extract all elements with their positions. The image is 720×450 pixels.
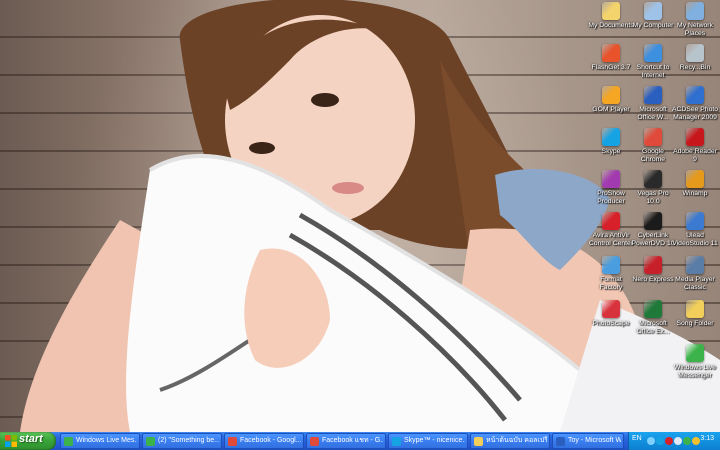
taskbar-button-label: (2) "Something be... — [158, 437, 219, 444]
folder-icon — [686, 300, 704, 318]
desktop-icon-my-network-places[interactable]: My Network Places — [670, 2, 720, 38]
taskbar-button[interactable]: (2) "Something be... — [142, 433, 222, 449]
desktop-icon-acdsee[interactable]: ACDSee Photo Manager 2009 — [670, 86, 720, 122]
desktop-icon-winamp[interactable]: Winamp — [670, 170, 720, 198]
messenger-icon — [64, 437, 73, 446]
vegas-icon — [644, 170, 662, 188]
language-indicator[interactable]: EN — [632, 435, 642, 442]
network-tray-icon[interactable] — [647, 437, 655, 445]
desktop-icon-label: Song Folder — [676, 320, 714, 327]
skype-icon — [602, 128, 620, 146]
taskbar-button-label: Facebook - Googl... — [240, 437, 301, 444]
desktop-icon-label: Adobe Reader 9 — [673, 148, 717, 163]
media-player-icon — [686, 256, 704, 274]
internet-explorer-icon — [644, 44, 662, 62]
start-label: start — [19, 433, 43, 445]
taskbar-button-label: Windows Live Mes... — [76, 437, 137, 444]
adobe-reader-icon — [686, 128, 704, 146]
ulead-icon — [686, 212, 704, 230]
computer-icon — [644, 2, 662, 20]
proshow-icon — [602, 170, 620, 188]
word-icon — [644, 86, 662, 104]
avira-tray-icon[interactable] — [665, 437, 673, 445]
desktop-icon-windows-live-messenger[interactable]: Windows Live Messenger — [670, 344, 720, 380]
desktop-icon-label: My Network Places — [677, 22, 713, 37]
desktop-icon-media-player-classic[interactable]: Media Player Classic — [670, 256, 720, 292]
volume-tray-icon[interactable] — [674, 437, 682, 445]
desktop-icon-label: ACDSee Photo Manager 2009 — [671, 106, 719, 121]
taskbar-button[interactable]: Facebook - Googl... — [224, 433, 304, 449]
avira-icon — [602, 212, 620, 230]
taskbar-button[interactable]: Windows Live Mes... — [60, 433, 140, 449]
taskbar-button-label: Skype™ - nicenice... — [404, 437, 465, 444]
messenger-chat-icon — [146, 437, 155, 446]
start-button[interactable]: start — [0, 432, 56, 450]
messenger-tray-icon[interactable] — [683, 437, 691, 445]
chrome-icon — [228, 437, 237, 446]
folder-icon — [474, 437, 483, 446]
word-icon — [556, 437, 565, 446]
messenger-icon — [686, 344, 704, 362]
network-icon — [686, 2, 704, 20]
nero-icon — [644, 256, 662, 274]
taskbar: start Windows Live Mes... (2) "Something … — [0, 432, 720, 450]
powerdvd-icon — [644, 212, 662, 230]
desktop-icon-label: Winamp — [682, 190, 708, 197]
windows-logo-icon — [5, 435, 17, 447]
gom-player-icon — [602, 86, 620, 104]
desktop-background: My Documents My Computer My Network Places… — [0, 0, 720, 432]
taskbar-button-label: หน้าต้นฉบับ คอลเปรีชั่นจัก... — [486, 437, 547, 444]
desktop-icon-label: Ulead VideoStudio 11 — [672, 232, 718, 247]
chrome-icon — [310, 437, 319, 446]
taskbar-button-label: Facebook แชท - G... — [322, 437, 383, 444]
desktop-icon-ulead[interactable]: Ulead VideoStudio 11 — [670, 212, 720, 248]
desktop-icon-label: Media Player Classic — [675, 276, 715, 291]
excel-icon — [644, 300, 662, 318]
desktop-icon-label: Windows Live Messenger — [674, 364, 716, 379]
security-tray-icon[interactable] — [692, 437, 700, 445]
system-tray: EN 3:13 — [628, 432, 720, 450]
folder-documents-icon — [602, 2, 620, 20]
recycle-bin-icon — [686, 44, 704, 62]
desktop-icon-adobe-reader[interactable]: Adobe Reader 9 — [670, 128, 720, 164]
skype-tray-icon[interactable] — [656, 437, 664, 445]
acdsee-icon — [686, 86, 704, 104]
chrome-icon — [644, 128, 662, 146]
desktop-icon-label: Recy...Bin — [679, 64, 711, 71]
clock[interactable]: 3:13 — [700, 435, 714, 442]
taskbar-button[interactable]: Facebook แชท - G... — [306, 433, 386, 449]
taskbar-button[interactable]: Skype™ - nicenice... — [388, 433, 468, 449]
flashget-icon — [602, 44, 620, 62]
format-factory-icon — [602, 256, 620, 274]
skype-icon — [392, 437, 401, 446]
photoscape-icon — [602, 300, 620, 318]
taskbar-button[interactable]: หน้าต้นฉบับ คอลเปรีชั่นจัก... — [470, 433, 550, 449]
taskbar-button-label: Toy - Microsoft Word — [568, 437, 621, 444]
taskbar-button[interactable]: Toy - Microsoft Word — [552, 433, 624, 449]
winamp-icon — [686, 170, 704, 188]
desktop-icon-recycle-bin[interactable]: Recy...Bin — [670, 44, 720, 72]
desktop-icon-song-folder[interactable]: Song Folder — [670, 300, 720, 328]
